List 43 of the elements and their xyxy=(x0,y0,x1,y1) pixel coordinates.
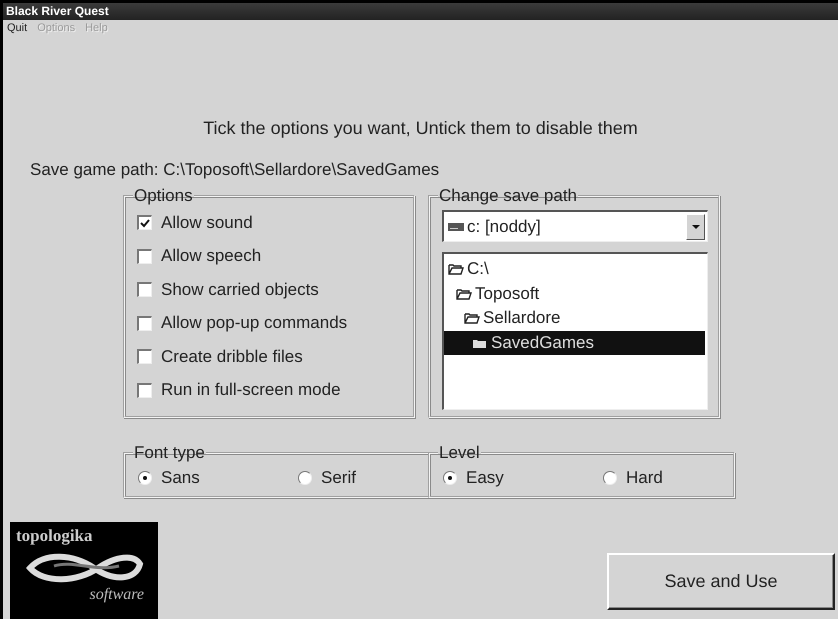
checkbox-square[interactable] xyxy=(137,248,152,264)
checkbox-square[interactable] xyxy=(137,382,152,398)
open-folder-icon xyxy=(464,312,480,324)
group-title: Options xyxy=(133,186,194,206)
checkbox-square[interactable] xyxy=(137,316,152,331)
drive-icon xyxy=(448,222,464,232)
open-folder-icon xyxy=(448,263,464,276)
radio-circle[interactable] xyxy=(603,471,617,485)
radio-option[interactable]: Sans xyxy=(138,463,200,493)
logo-tagline: software xyxy=(89,586,144,604)
drive-label: c: [noddy] xyxy=(467,216,542,236)
radio-option[interactable]: Hard xyxy=(603,463,663,493)
option-checkbox[interactable]: Show carried objects xyxy=(137,273,319,306)
folder-item[interactable]: SavedGames xyxy=(444,330,705,355)
checkbox-square[interactable] xyxy=(137,215,152,230)
folder-item[interactable]: C:\ xyxy=(444,257,705,282)
radio-circle[interactable] xyxy=(298,471,312,485)
group-title: Font type xyxy=(133,443,206,463)
group-title: Level xyxy=(438,443,481,463)
save-button[interactable]: Save and Use xyxy=(607,553,835,610)
open-folder-icon xyxy=(456,288,472,300)
menu-item[interactable]: Quit xyxy=(7,20,28,36)
option-checkbox[interactable]: Create dribble files xyxy=(137,340,303,374)
folder-item[interactable]: Toposoft xyxy=(444,282,705,306)
logo-wordmark: topologika xyxy=(16,526,93,546)
option-checkbox[interactable]: Allow pop-up commands xyxy=(137,306,348,340)
checkbox-square[interactable] xyxy=(137,282,152,298)
caret-icon xyxy=(692,224,700,228)
radio-circle[interactable] xyxy=(138,471,152,485)
option-checkbox[interactable]: Allow speech xyxy=(137,240,262,273)
save-path-text: Save game path: C:\Toposoft\Sellardore\SavedGames xyxy=(30,159,440,181)
option-checkbox[interactable]: Allow sound xyxy=(137,206,253,240)
window-title: Black River Quest xyxy=(3,3,838,20)
checkbox-square[interactable] xyxy=(137,349,152,364)
dropdown-button[interactable] xyxy=(686,214,705,240)
group-title: Change save path xyxy=(438,186,578,206)
radio-option[interactable]: Easy xyxy=(443,463,504,493)
radio-circle[interactable] xyxy=(443,471,457,485)
option-checkbox[interactable]: Run in full-screen mode xyxy=(137,374,341,407)
folder-item[interactable]: Sellardore xyxy=(444,306,705,330)
instruction-text: Tick the options you want, Untick them to disable them xyxy=(202,117,639,139)
drive-dropdown[interactable]: c: [noddy] xyxy=(442,210,708,242)
radio-option[interactable]: Serif xyxy=(298,463,356,493)
